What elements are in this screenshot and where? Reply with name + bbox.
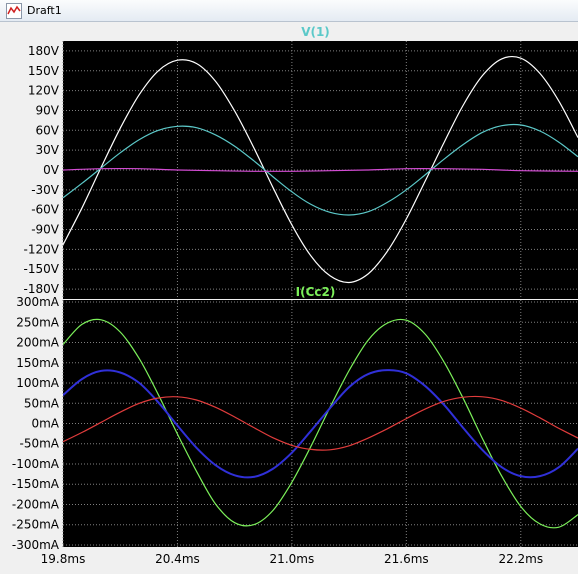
- pane-title[interactable]: I(Cc2): [296, 285, 336, 299]
- plot-area: 180V 150V 120V 90V 60V 30V 0V -30V -60V -90V -120V…: [0, 22, 578, 570]
- y-tick-label: -150mA: [12, 477, 60, 491]
- y-tick-label: 90V: [36, 103, 60, 117]
- window-titlebar: Draft1: [0, 0, 578, 22]
- y-tick-label: 30V: [36, 143, 60, 157]
- y-tick-label: 180V: [28, 44, 60, 58]
- y-tick-label: -60V: [31, 203, 60, 217]
- y-tick-label: -90V: [31, 223, 60, 237]
- y-tick-label: -50mA: [20, 437, 60, 451]
- x-tick-label: 20.4ms: [155, 552, 200, 566]
- x-tick-label: 19.8ms: [41, 552, 86, 566]
- y-tick-label: -120V: [24, 242, 60, 256]
- y-tick-label: 200mA: [16, 336, 60, 350]
- x-tick-label: 21.6ms: [384, 552, 429, 566]
- plot-pane-2[interactable]: [63, 300, 578, 547]
- y-tick-label: 100mA: [16, 376, 60, 390]
- y-tick-label: -200mA: [12, 497, 60, 511]
- y-tick-label: -150V: [24, 262, 60, 276]
- y-tick-label: 300mA: [16, 295, 60, 309]
- y-tick-label: 60V: [36, 123, 60, 137]
- y-tick-label: 150mA: [16, 356, 60, 370]
- y-tick-label: -180V: [24, 282, 60, 296]
- y-tick-label: 0mA: [31, 417, 59, 431]
- window-title: Draft1: [27, 4, 62, 17]
- y-tick-label: -30V: [31, 183, 60, 197]
- y-tick-label: -100mA: [12, 457, 60, 471]
- y-tick-label: 120V: [28, 84, 60, 98]
- y-tick-label: 0V: [43, 163, 60, 177]
- x-tick-label: 22.2ms: [498, 552, 543, 566]
- y-tick-label: -300mA: [12, 538, 60, 552]
- x-tick-label: 21.0ms: [270, 552, 315, 566]
- waveform-viewer[interactable]: 180V 150V 120V 90V 60V 30V 0V -30V -60V -90V -120V…: [0, 22, 578, 570]
- y-tick-label: 150V: [28, 64, 60, 78]
- pane-title[interactable]: V(1): [301, 25, 330, 39]
- y-tick-label: -250mA: [12, 518, 60, 532]
- y-tick-label: 50mA: [24, 396, 60, 410]
- y-tick-label: 250mA: [16, 315, 60, 329]
- waveform-icon: [6, 3, 22, 19]
